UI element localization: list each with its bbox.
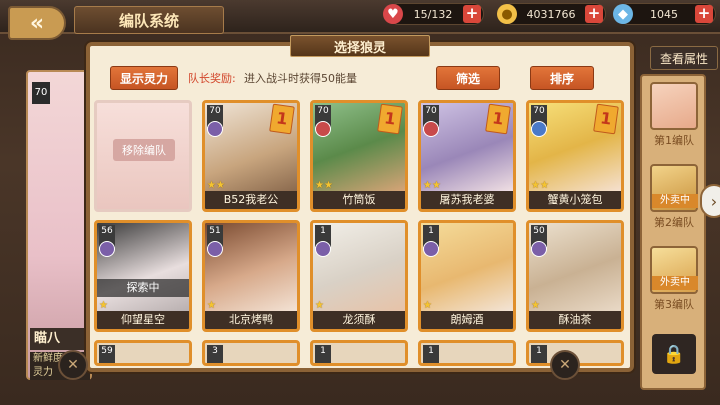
team-avatar — [650, 82, 698, 130]
star-rating: ★ — [423, 300, 432, 311]
back-button[interactable]: « — [8, 6, 66, 40]
character-name: 龙须酥 — [313, 311, 405, 329]
filter-button[interactable]: 筛选 — [436, 66, 500, 90]
crystal-value: 1045 — [650, 7, 678, 21]
coin-counter: ● 4031766 + — [497, 3, 606, 25]
level-badge: 1 — [531, 345, 547, 363]
level-badge: 70 — [32, 82, 50, 104]
lock-icon[interactable]: 🔒 — [652, 334, 696, 374]
star-rating: ★ — [531, 300, 540, 311]
character-name: 瞄八 — [30, 328, 90, 350]
delivery-tag: 外卖中 — [652, 276, 698, 290]
add-coin-button[interactable]: + — [585, 5, 603, 23]
star-rating: ★ — [207, 300, 216, 311]
character-card[interactable]: 70 1 ★★ B52我老公 — [202, 100, 300, 212]
chevron-right-icon[interactable]: › — [700, 184, 720, 218]
selection-panel: 显示灵力 队长奖励: 进入战斗时获得50能量 筛选 排序 移除编队 70 1 ★… — [86, 42, 634, 372]
page-title: 编队系统 — [74, 6, 224, 34]
star-rating: ★★ — [423, 180, 441, 191]
character-card[interactable]: 51 ★ 北京烤鸭 — [202, 220, 300, 332]
star-rating: ★ — [315, 300, 324, 311]
delivery-tag: 外卖中 — [652, 194, 698, 208]
top-bar: « 编队系统 ♥ 15/132 + ● 4031766 + ◆ 1045 + — [0, 0, 720, 40]
character-card[interactable]: 70 1 ★★ 屠苏我老婆 — [418, 100, 516, 212]
element-icon — [99, 241, 115, 257]
exploring-tag: 探索中 — [97, 279, 189, 297]
selected-character-card[interactable]: 70 瞄八 新鲜度 灵力 — [26, 70, 92, 380]
remove-from-team-button[interactable]: 移除编队 — [113, 139, 175, 161]
character-card[interactable]: 1 — [310, 340, 408, 366]
character-card[interactable]: 59 — [94, 340, 192, 366]
add-crystal-button[interactable]: + — [695, 5, 713, 23]
character-name: B52我老公 — [205, 191, 297, 209]
captain-bonus-label: 队长奖励: — [188, 72, 236, 85]
character-card[interactable]: 50 ★ 酥油茶 — [526, 220, 624, 332]
team-label: 第2编队 — [654, 216, 694, 229]
heart-icon: ♥ — [383, 4, 403, 24]
character-name: 仰望星空 — [97, 311, 189, 329]
captain-bonus-text: 进入战斗时获得50能量 — [244, 72, 357, 85]
star-rating: ★★ — [315, 180, 333, 191]
level-badge: 1 — [315, 345, 331, 363]
element-icon — [315, 241, 331, 257]
element-icon — [207, 241, 223, 257]
element-icon — [207, 121, 223, 137]
star-rating: ★★ — [207, 180, 225, 191]
crystal-icon: ◆ — [613, 4, 633, 24]
element-icon — [315, 121, 331, 137]
stamina-value: 15/132 — [413, 7, 453, 21]
character-card[interactable]: 70 1 ★★ 蟹黄小笼包 — [526, 100, 624, 212]
team-1-tab[interactable]: 第1编队 — [646, 82, 702, 148]
character-name: 北京烤鸭 — [205, 311, 297, 329]
view-attributes-button[interactable]: 查看属性 — [650, 46, 718, 70]
team-2-tab[interactable]: 外卖中 第2编队 — [646, 164, 702, 230]
rank-badge: 1 — [269, 103, 295, 135]
element-icon — [531, 121, 547, 137]
star-rating: ★ — [99, 300, 108, 311]
level-badge: 3 — [207, 345, 223, 363]
character-card[interactable]: 70 1 ★★ 竹筒饭 — [310, 100, 408, 212]
character-card[interactable]: 1 — [418, 340, 516, 366]
rank-badge: 1 — [593, 103, 619, 135]
star-rating: ★★ — [531, 180, 549, 191]
panel-title: 选择狼灵 — [290, 35, 430, 57]
character-card[interactable]: 3 — [202, 340, 300, 366]
team-label: 第3编队 — [654, 298, 694, 311]
show-power-button[interactable]: 显示灵力 — [110, 66, 178, 90]
character-name: 酥油茶 — [529, 311, 621, 329]
crossed-utensils-icon[interactable]: ✕ — [58, 350, 88, 380]
double-chevron-left-icon: « — [29, 10, 45, 36]
coin-value: 4031766 — [526, 7, 576, 21]
team-3-tab[interactable]: 外卖中 第3编队 — [646, 246, 702, 312]
character-card[interactable]: 1 ★ 朗姆酒 — [418, 220, 516, 332]
level-badge: 59 — [99, 345, 115, 363]
character-name: 屠苏我老婆 — [421, 191, 513, 209]
add-stamina-button[interactable]: + — [463, 5, 481, 23]
character-name: 朗姆酒 — [421, 311, 513, 329]
element-icon — [423, 121, 439, 137]
rank-badge: 1 — [485, 103, 511, 135]
level-badge: 1 — [423, 345, 439, 363]
character-card[interactable]: 1 ★ 龙须酥 — [310, 220, 408, 332]
character-card[interactable]: 56 探索中 ★ 仰望星空 — [94, 220, 192, 332]
element-icon — [531, 241, 547, 257]
crossed-utensils-icon[interactable]: ✕ — [550, 350, 580, 380]
stamina-counter: ♥ 15/132 + — [383, 3, 484, 25]
character-name: 竹筒饭 — [313, 191, 405, 209]
coin-icon: ● — [497, 4, 517, 24]
element-icon — [423, 241, 439, 257]
character-name: 蟹黄小笼包 — [529, 191, 621, 209]
team-sidebar: 第1编队 外卖中 第2编队 外卖中 第3编队 🔒 — [640, 74, 706, 390]
sort-button[interactable]: 排序 — [530, 66, 594, 90]
remove-slot-card[interactable]: 移除编队 — [94, 100, 192, 212]
team-label: 第1编队 — [654, 134, 694, 147]
crystal-counter: ◆ 1045 + — [613, 3, 716, 25]
rank-badge: 1 — [377, 103, 403, 135]
